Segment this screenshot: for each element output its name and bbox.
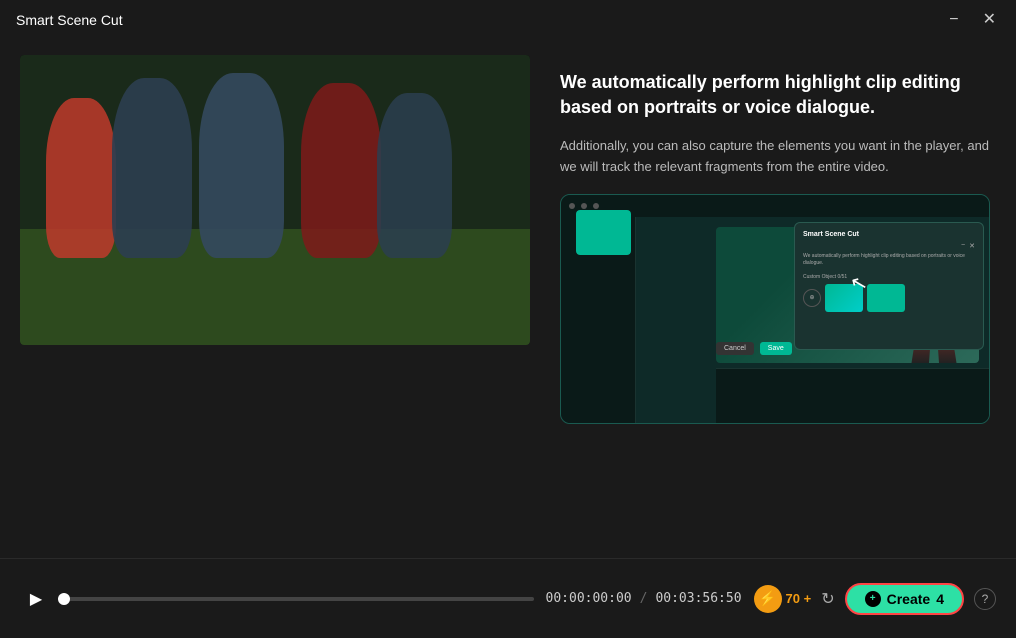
player-4 <box>301 83 381 258</box>
window-controls: − ✕ <box>945 10 1000 30</box>
preview-inner: Cancel Save Smart Scene Cut − ✕ <box>561 195 989 423</box>
preview-dialog: Smart Scene Cut − ✕ We automatically per… <box>794 222 984 350</box>
preview-main-area: Cancel Save Smart Scene Cut − ✕ <box>636 217 989 423</box>
video-container <box>20 55 530 345</box>
preview-dialog-text: We automatically perform highlight clip … <box>803 253 975 268</box>
time-display: 00:00:00:00 / 00:03:56:50 <box>546 591 742 606</box>
player-5 <box>377 93 452 258</box>
help-button[interactable]: ? <box>974 588 996 610</box>
preview-cancel-button[interactable]: Cancel <box>716 342 754 355</box>
preview-sidebar <box>561 217 636 423</box>
close-button[interactable]: ✕ <box>979 10 1000 30</box>
preview-action-buttons: Cancel Save <box>716 342 792 355</box>
create-button-count: 4 <box>936 591 944 607</box>
left-panel <box>20 50 530 548</box>
play-button[interactable]: ▶ <box>20 583 52 615</box>
minimize-button[interactable]: − <box>945 10 962 30</box>
preview-teal-thumbnail <box>576 210 631 255</box>
app-title: Smart Scene Cut <box>16 12 123 28</box>
current-time: 00:00:00:00 <box>546 591 632 606</box>
ai-icon: ⚡ <box>754 585 782 613</box>
create-button-label: Create <box>887 591 931 607</box>
preview-thumb-2 <box>867 284 905 312</box>
refresh-button[interactable]: ↻ <box>821 589 834 609</box>
video-scene <box>20 55 530 345</box>
bottom-controls: ▶ 00:00:00:00 / 00:03:56:50 ⚡ 70 + ↻ + C… <box>0 558 1016 638</box>
player-2 <box>112 78 192 258</box>
titlebar: Smart Scene Cut − ✕ <box>0 0 1016 40</box>
preview-dialog-close[interactable]: − <box>961 242 965 250</box>
preview-timeline <box>716 368 989 423</box>
create-button[interactable]: + Create 4 <box>845 583 964 615</box>
create-button-icon: + <box>865 591 881 607</box>
preview-save-button[interactable]: Save <box>760 342 792 355</box>
ai-badge[interactable]: ⚡ 70 + <box>754 585 812 613</box>
toolbar-dot-1 <box>569 203 575 209</box>
preview-body: Cancel Save Smart Scene Cut − ✕ <box>561 217 989 423</box>
player-3 <box>199 73 284 258</box>
time-separator: / <box>640 591 648 606</box>
total-time: 00:03:56:50 <box>655 591 741 606</box>
info-title: We automatically perform highlight clip … <box>560 70 996 120</box>
player-1 <box>46 98 116 258</box>
progress-handle[interactable] <box>58 593 70 605</box>
progress-bar[interactable] <box>64 597 534 601</box>
preview-dialog-x[interactable]: ✕ <box>969 242 975 250</box>
right-panel: We automatically perform highlight clip … <box>560 50 996 548</box>
toolbar-dot-3 <box>593 203 599 209</box>
preview-container: Cancel Save Smart Scene Cut − ✕ <box>560 194 990 424</box>
preview-dialog-title: Smart Scene Cut <box>803 231 975 238</box>
ai-count: 70 + <box>786 591 812 606</box>
bottom-right-controls: ⚡ 70 + ↻ + Create 4 ? <box>754 583 996 615</box>
main-layout: We automatically perform highlight clip … <box>0 40 1016 558</box>
toolbar-dot-2 <box>581 203 587 209</box>
info-description: Additionally, you can also capture the e… <box>560 136 996 178</box>
